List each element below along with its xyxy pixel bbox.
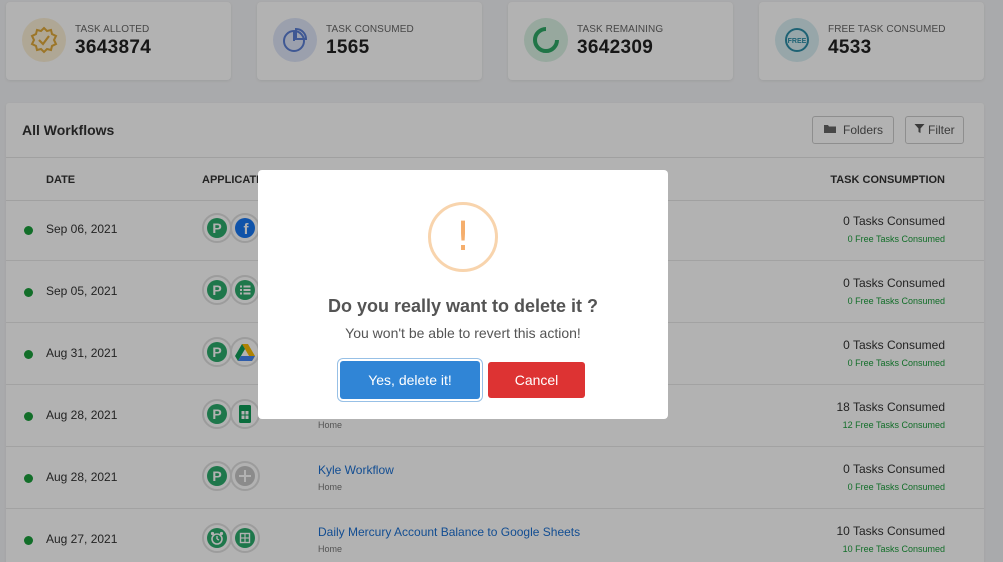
dialog-title: Do you really want to delete it ? — [327, 296, 599, 316]
confirm-delete-button[interactable]: Yes, delete it! — [340, 361, 480, 399]
delete-confirm-dialog: ! Do you really want to delete it ? You … — [258, 170, 668, 419]
warning-icon: ! — [428, 202, 498, 272]
cancel-button[interactable]: Cancel — [488, 362, 585, 398]
dialog-text: You won't be able to revert this action! — [345, 325, 581, 341]
